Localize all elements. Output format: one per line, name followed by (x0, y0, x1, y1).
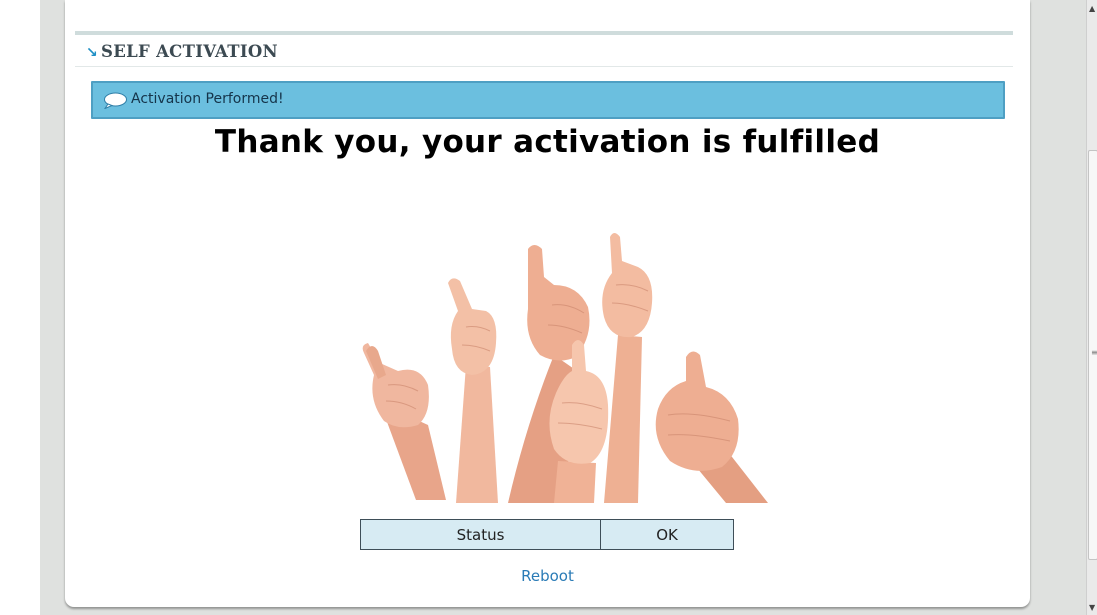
status-label-cell: Status (359, 519, 602, 550)
alert-message: Activation Performed! (131, 91, 284, 107)
section-title: SELF ACTIVATION (101, 42, 278, 61)
scroll-up-arrow-icon[interactable]: ▲ (1089, 4, 1095, 13)
section-header: ↘ SELF ACTIVATION (86, 42, 278, 61)
section-divider-top (75, 31, 1013, 35)
arrow-down-right-icon: ↘ (86, 45, 99, 61)
confirmation-headline: Thank you, your activation is fulfilled (214, 124, 881, 160)
page-background-left (0, 0, 40, 615)
scroll-down-arrow-icon[interactable]: ▼ (1089, 603, 1095, 612)
table-row: Status OK (359, 519, 734, 550)
main-panel: ↘ SELF ACTIVATION Activation Performed! T… (65, 0, 1030, 607)
status-value-cell: OK (600, 519, 734, 550)
speech-bubble-icon (104, 92, 127, 109)
reboot-link[interactable]: Reboot (65, 567, 1030, 585)
status-table: Status OK (359, 519, 734, 550)
thumbs-up-photo (362, 233, 768, 503)
activation-alert: Activation Performed! (91, 81, 1005, 119)
scrollbar-grip-icon: ≡ (1091, 348, 1097, 357)
section-divider-bottom (75, 66, 1013, 67)
